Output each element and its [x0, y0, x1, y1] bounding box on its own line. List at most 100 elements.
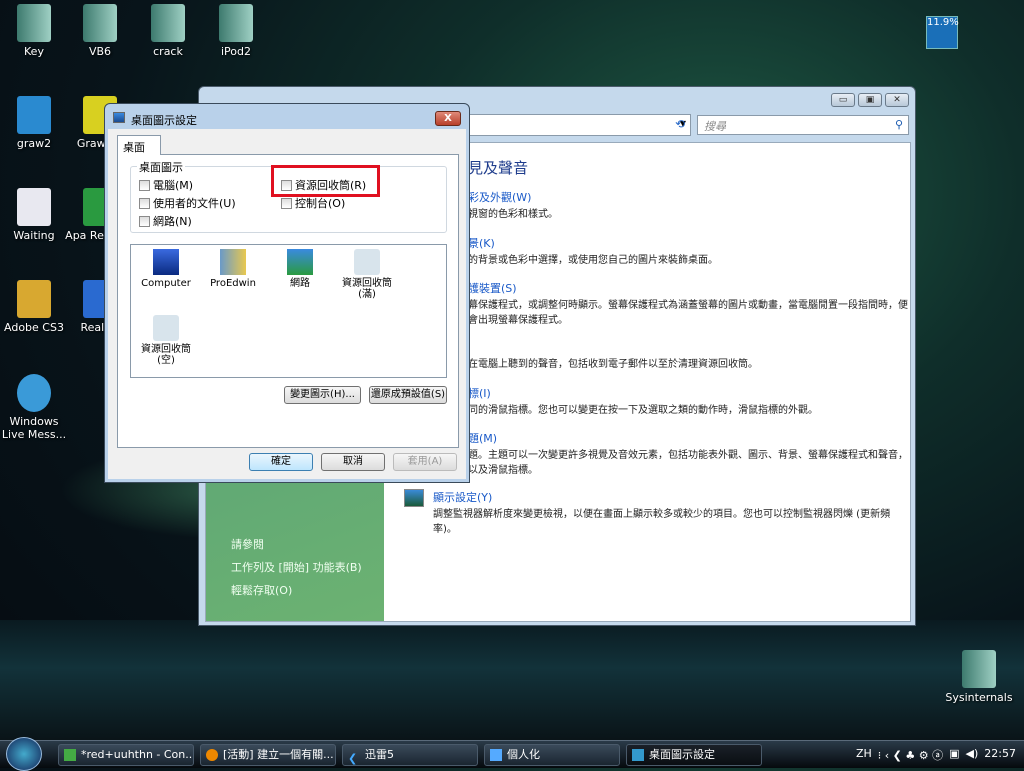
wallpaper-lake	[0, 620, 1024, 740]
desktop-icon-waiting[interactable]: Waiting	[0, 188, 70, 242]
tab-desktop[interactable]: 桌面	[117, 135, 161, 155]
see-also-heading: 請參閱	[231, 538, 264, 551]
folder-icon	[17, 280, 51, 318]
page-title: 見及聲音	[468, 159, 529, 177]
taskbar-item-1[interactable]: [活動] 建立一個有關...	[200, 744, 336, 766]
search-input[interactable]: 搜尋 ⚲	[697, 115, 909, 135]
dialog-icon	[113, 112, 125, 123]
icon-label: VB6	[88, 45, 112, 58]
icon-list[interactable]: Computer ProEdwin 網路 資源回收筒 (滿) 資源回收筒 (空)	[130, 244, 447, 378]
checkbox-label: 網路(N)	[153, 215, 192, 228]
desc-display-settings: 調整監視器解析度來變更檢視，以便在畫面上顯示較多或較少的項目。您也可以控制監視器…	[433, 509, 891, 535]
link-mouse-pointers[interactable]: 標(I)	[468, 385, 491, 401]
search-icon[interactable]: ⚲	[895, 118, 903, 131]
desktop-icon-key[interactable]: Key	[0, 4, 70, 58]
link-taskbar-start-menu[interactable]: 工作列及 [開始] 功能表(B)	[231, 559, 362, 575]
icon-item-proedwin[interactable]: ProEdwin	[198, 249, 268, 289]
thunder-icon: ❮	[348, 752, 358, 765]
desktop-icon-ipod2[interactable]: iPod2	[200, 4, 272, 58]
desktop-icon-live-messenger[interactable]: Windows Live Mess...	[0, 374, 70, 441]
taskbar-item-4[interactable]: 桌面圖示設定	[626, 744, 762, 766]
folder-icon	[17, 4, 51, 42]
maximize-button[interactable]: ▣	[858, 93, 882, 107]
link-window-color[interactable]: 彩及外觀(W)	[468, 189, 531, 205]
dialog-close-button[interactable]: X	[435, 111, 461, 126]
cancel-button[interactable]: 取消	[321, 453, 385, 471]
checkbox-box	[281, 197, 292, 209]
taskbar-item-label: *red+uuhthn - Con...	[81, 748, 194, 761]
link-screen-saver[interactable]: 護裝置(S)	[468, 280, 517, 296]
address-bar[interactable]: ▼	[459, 114, 691, 136]
desktop-icon-adobe-cs3[interactable]: Adobe CS3	[0, 280, 70, 334]
folder-icon	[151, 4, 185, 42]
icon-label: Adobe CS3	[4, 321, 64, 334]
change-icon-button[interactable]: 變更圖示(H)...	[284, 386, 361, 404]
checkbox-network[interactable]: 網路(N)	[139, 213, 192, 229]
icon-item-network[interactable]: 網路	[265, 249, 335, 289]
taskbar-item-0[interactable]: *red+uuhthn - Con...	[58, 744, 194, 766]
icon-label: Waiting	[13, 229, 55, 242]
system-tray: ZH ⁝ ‹ ❮ ♣ ⚙ ⓐ ▣ ◀) 22:57	[856, 747, 1016, 763]
checkbox-label: 電腦(M)	[153, 179, 194, 192]
language-indicator[interactable]: ZH	[856, 747, 872, 763]
folder-icon	[83, 4, 117, 42]
icon-item-recycle-bin-full[interactable]: 資源回收筒 (滿)	[332, 249, 402, 300]
desc-desktop-background: 的背景或色彩中選擇，或使用您自己的圖片來裝飾桌面。	[468, 255, 718, 266]
recycle-bin-empty-icon	[153, 315, 179, 341]
link-theme[interactable]: 題(M)	[468, 430, 497, 446]
desktop-icon-graw2[interactable]: graw2	[0, 96, 70, 150]
taskbar-item-label: 迅雷5	[365, 748, 394, 761]
desc-window-color: 視窗的色彩和樣式。	[468, 209, 558, 220]
taskbar-item-label: [活動] 建立一個有關...	[223, 748, 334, 761]
tray-icons[interactable]: ⁝ ‹ ❮ ♣ ⚙ ⓐ	[878, 747, 943, 763]
highlight-annotation	[271, 165, 380, 197]
volume-icon[interactable]: ◀)	[966, 747, 979, 763]
tab-pane: 桌面圖示 電腦(M) 使用者的文件(U) 網路(N) 資源回收筒(R) 控制台(…	[117, 154, 459, 448]
link-desktop-background[interactable]: 景(K)	[468, 235, 495, 251]
messenger-icon	[17, 374, 51, 412]
game-icon	[17, 96, 51, 134]
link-display-settings[interactable]: 顯示設定(Y)	[433, 489, 492, 505]
search-placeholder: 搜尋	[704, 120, 726, 133]
network-icon	[287, 249, 313, 275]
desktop-icon-crack[interactable]: crack	[132, 4, 204, 58]
user-folder-icon	[220, 249, 246, 275]
desktop-icon-vb6[interactable]: VB6	[64, 4, 136, 58]
link-ease-of-access[interactable]: 輕鬆存取(O)	[231, 582, 292, 598]
clock[interactable]: 22:57	[984, 747, 1016, 763]
icon-item-label: Computer	[141, 278, 191, 289]
firefox-icon	[206, 749, 218, 761]
checkbox-box	[139, 197, 150, 209]
checkbox-control-panel[interactable]: 控制台(O)	[281, 195, 345, 211]
desktop-icon-sysinternals[interactable]: Sysinternals	[943, 650, 1015, 704]
desc-theme: 題。主題可以一次變更許多視覺及音效元素，包括功能表外觀、圖示、背景、螢幕保護程式…	[468, 450, 908, 476]
icon-item-computer[interactable]: Computer	[131, 249, 201, 289]
recycle-bin-full-icon	[354, 249, 380, 275]
display-settings-icon	[404, 489, 424, 507]
icon-label: crack	[153, 45, 183, 58]
close-button[interactable]: ✕	[885, 93, 909, 107]
folder-icon	[219, 4, 253, 42]
icon-label: graw2	[16, 137, 52, 150]
taskbar-item-label: 桌面圖示設定	[649, 748, 715, 761]
checkbox-computer[interactable]: 電腦(M)	[139, 177, 193, 193]
dialog-title: 桌面圖示設定	[131, 114, 197, 127]
start-button[interactable]	[6, 737, 42, 771]
taskbar-item-2[interactable]: ❮ 迅雷5	[342, 744, 478, 766]
icon-item-recycle-bin-empty[interactable]: 資源回收筒 (空)	[131, 315, 201, 366]
refresh-icon[interactable]: ⟲	[669, 114, 691, 136]
desc-sounds: 在電腦上聽到的聲音，包括收到電子郵件以至於清理資源回收筒。	[468, 359, 758, 370]
ok-button[interactable]: 確定	[249, 453, 313, 471]
taskbar-item-3[interactable]: 個人化	[484, 744, 620, 766]
checkbox-box	[139, 179, 150, 191]
personalize-icon	[490, 749, 502, 761]
restore-default-button[interactable]: 還原成預設值(S)	[369, 386, 447, 404]
icon-label: Sysinternals	[945, 691, 1013, 704]
icon-item-label: 資源回收筒 (空)	[141, 344, 191, 366]
checkbox-user-files[interactable]: 使用者的文件(U)	[139, 195, 236, 211]
checkbox-box	[139, 215, 150, 227]
apply-button[interactable]: 套用(A)	[393, 453, 457, 471]
network-tray-icon[interactable]: ▣	[949, 747, 959, 763]
desktop-icon-settings-dialog: 桌面圖示設定 X 桌面 桌面圖示 電腦(M) 使用者的文件(U) 網路(N) 資…	[104, 103, 470, 483]
minimize-button[interactable]: ▭	[831, 93, 855, 107]
